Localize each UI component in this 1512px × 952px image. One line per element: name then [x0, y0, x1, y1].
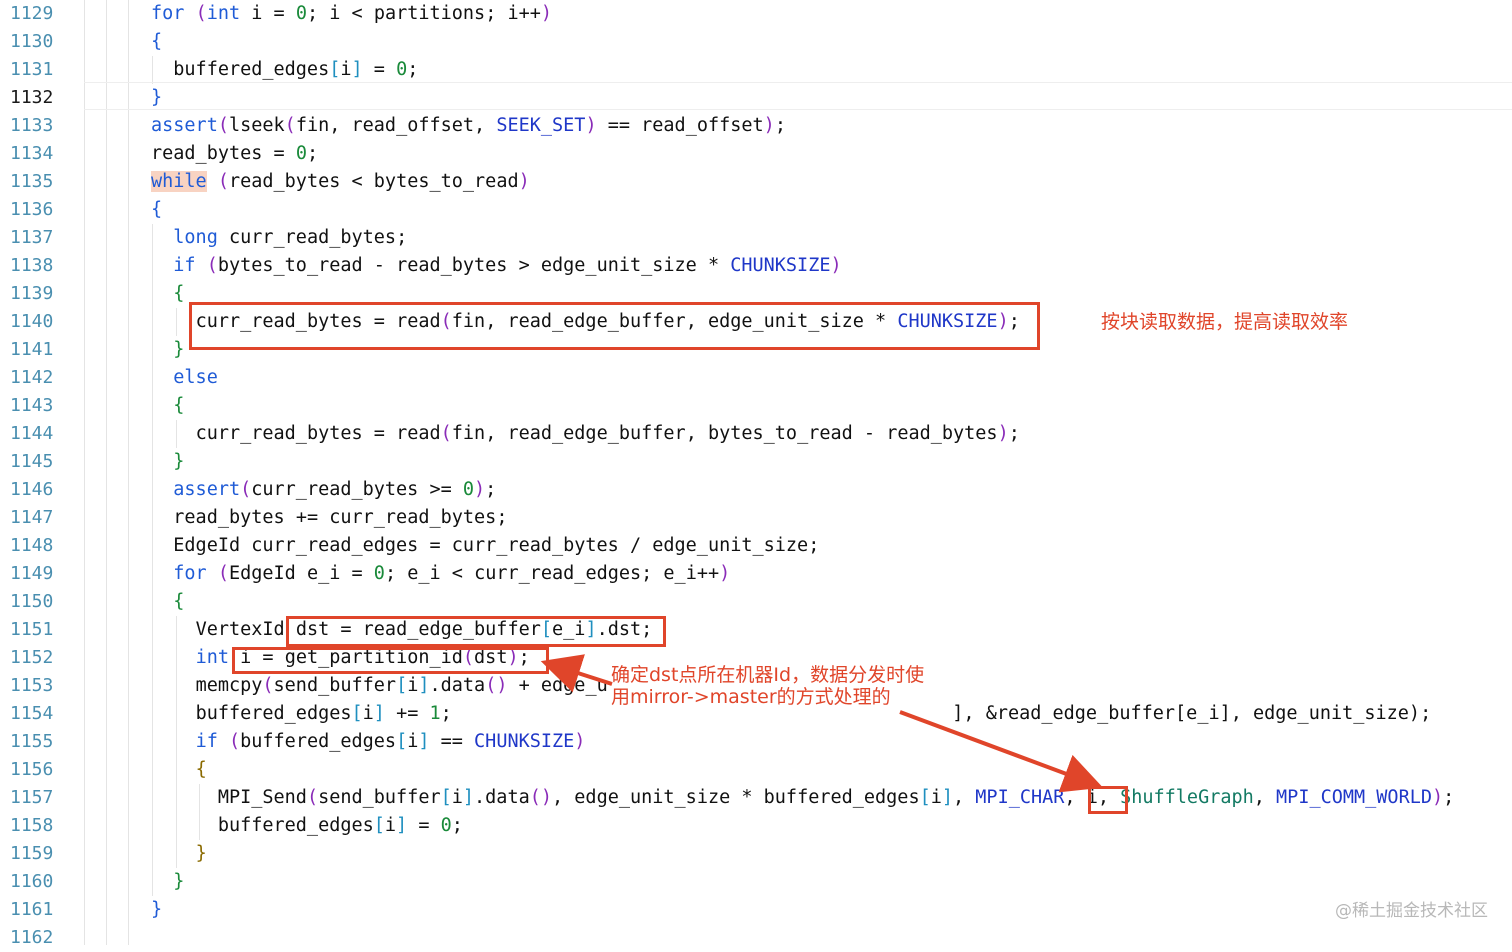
dst-note-line-2: 用mirror->master的方式处理的	[611, 686, 891, 708]
arrow-to-mpi-dest	[899, 710, 1103, 793]
watermark: @稀土掘金技术社区	[1335, 901, 1488, 921]
dst-note-line-1: 确定dst点所在机器Id，数据分发时使	[611, 664, 925, 686]
arrow-to-partition-id	[540, 654, 613, 693]
annotation-arrows	[540, 654, 1103, 793]
chunk-read-note: 按块读取数据，提高读取效率	[1101, 311, 1349, 333]
